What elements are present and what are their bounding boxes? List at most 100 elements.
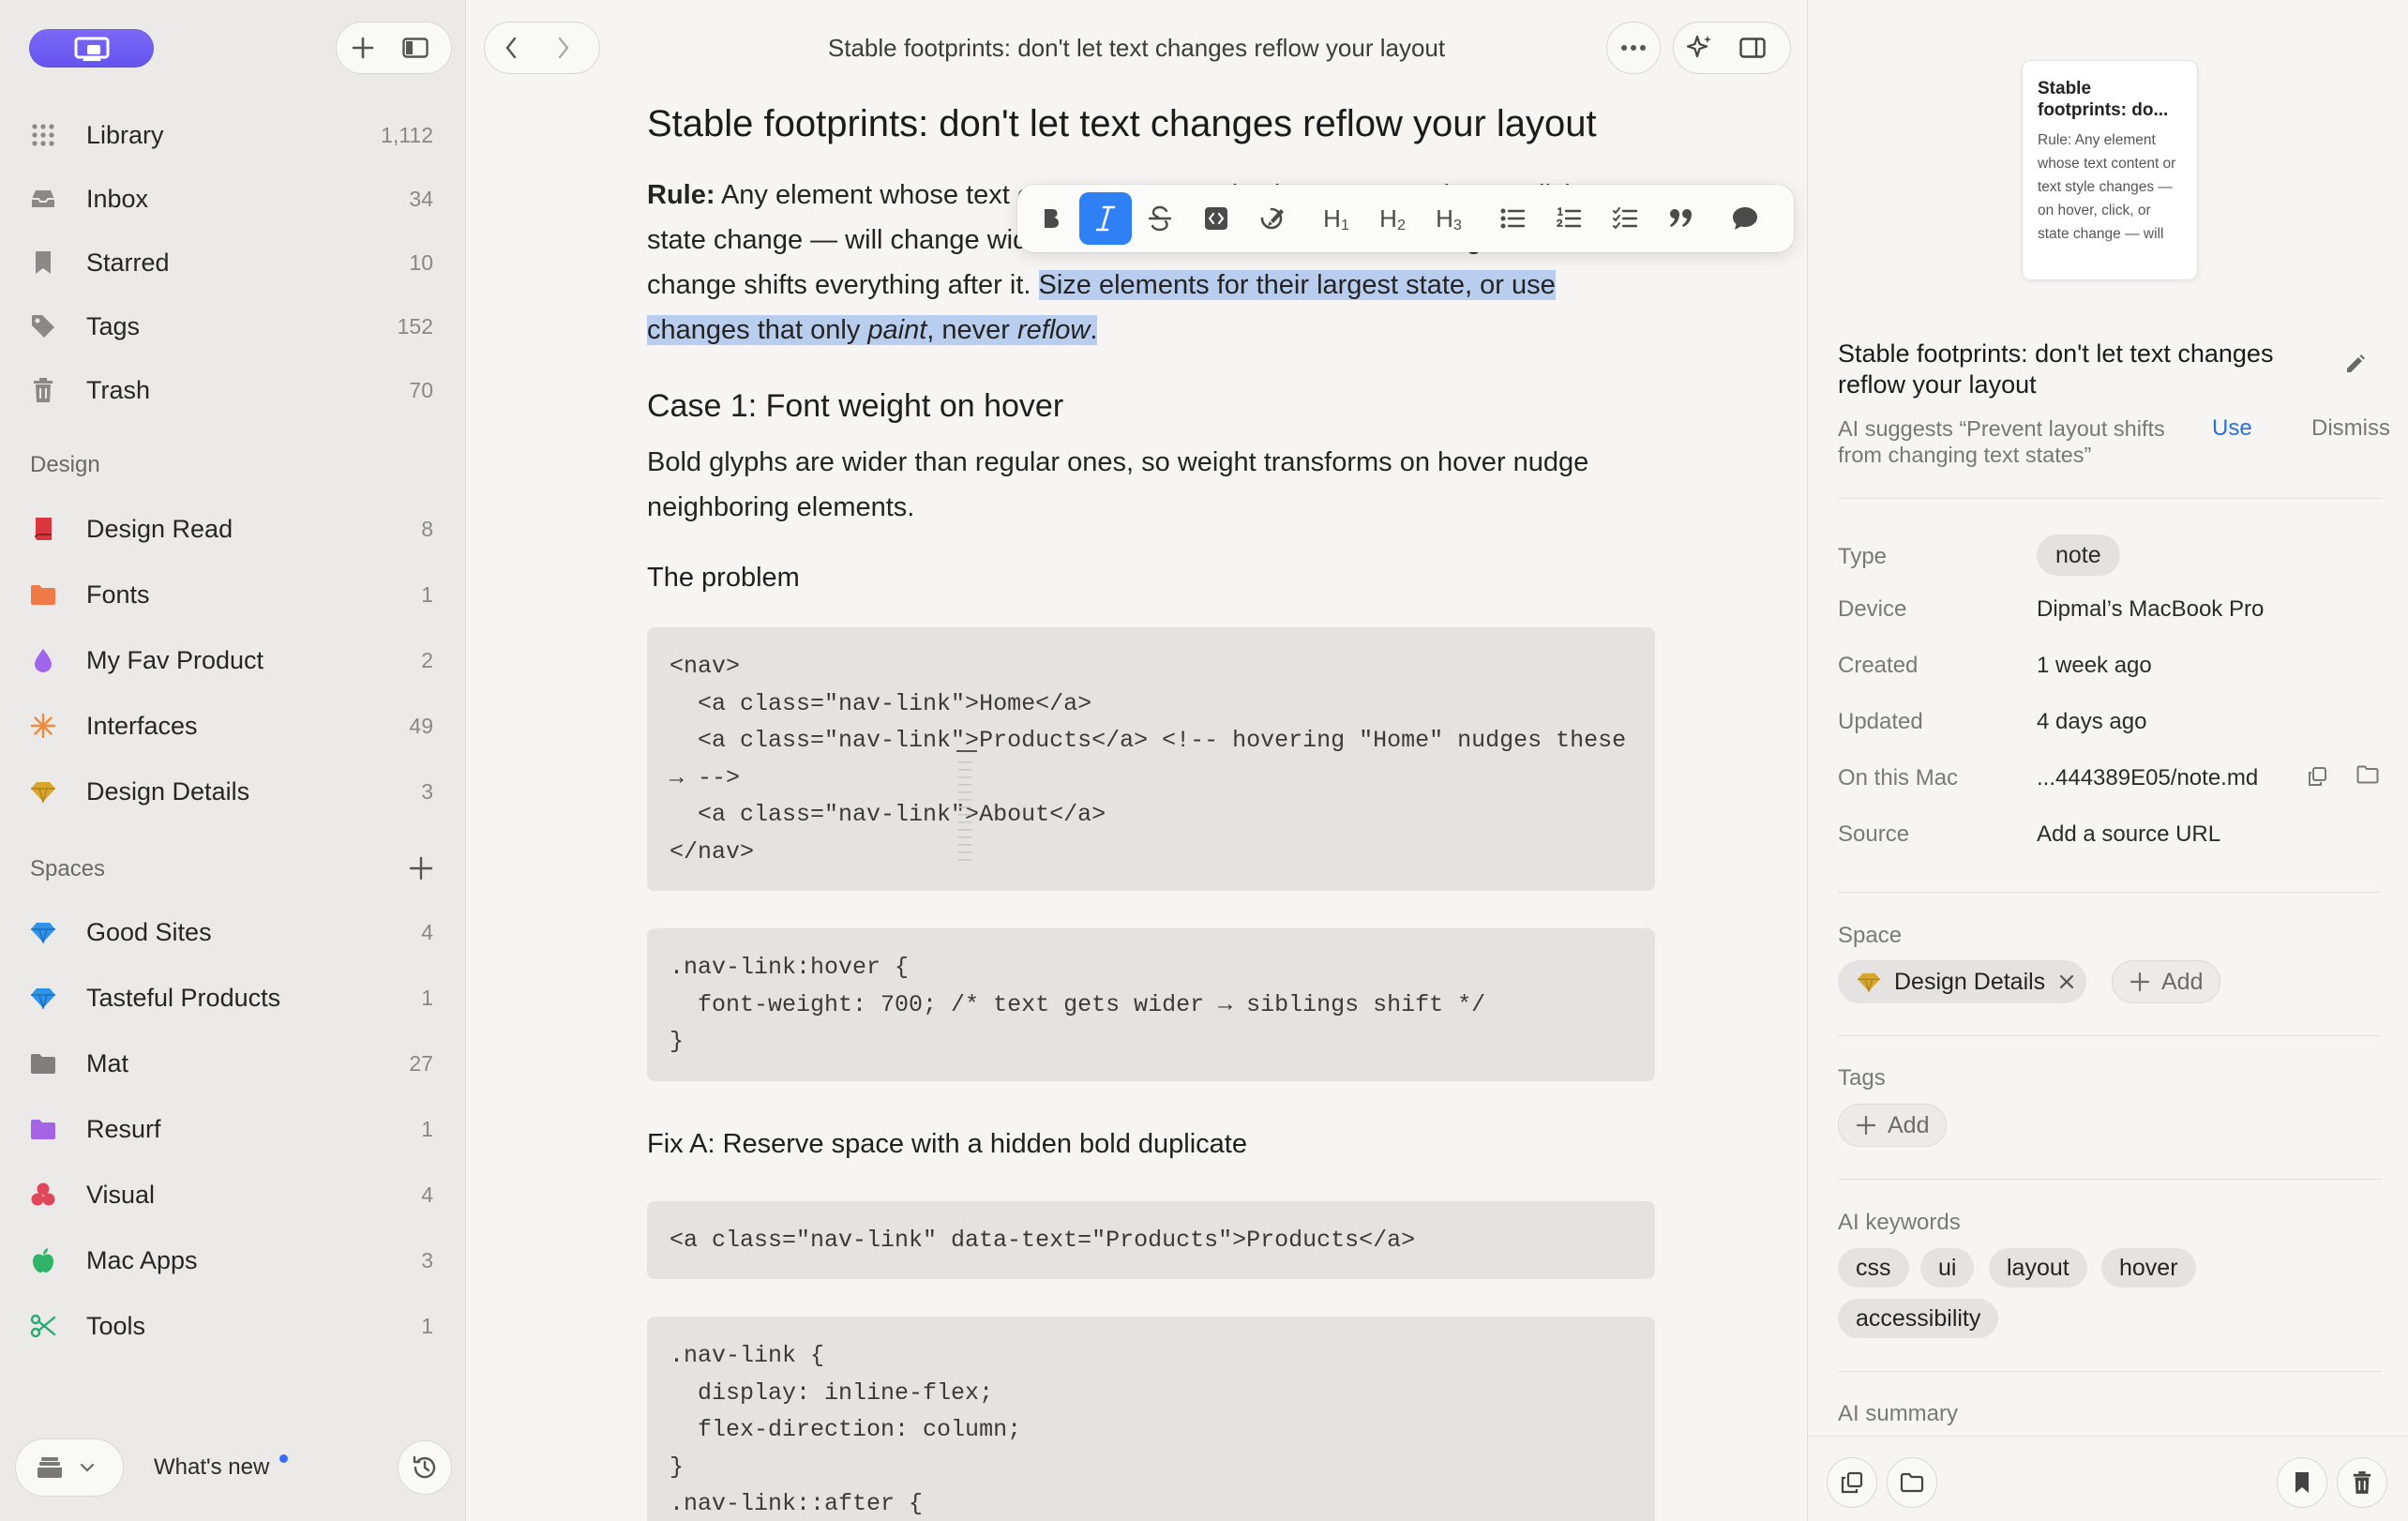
bold-button[interactable] — [1023, 192, 1079, 245]
keyword-chip[interactable]: css — [1838, 1248, 1909, 1288]
history-button[interactable] — [398, 1440, 452, 1495]
copy-path-button[interactable] — [2308, 767, 2326, 786]
space-chip-design-details[interactable]: Design Details — [1838, 960, 2087, 1003]
sidebar-toggle-icon — [402, 38, 429, 58]
reveal-in-finder-button[interactable] — [2356, 765, 2379, 784]
type-chip[interactable]: note — [2037, 535, 2120, 576]
space-section-label: Space — [1838, 923, 1903, 948]
chevron-down-icon — [80, 1463, 95, 1472]
whats-new-link[interactable]: What's new — [154, 1454, 269, 1481]
outline-minimap[interactable] — [956, 750, 979, 870]
sidebar-item-count: 1,112 — [381, 122, 433, 147]
sidebar-item-label: Design Details — [86, 776, 250, 806]
highlight-button[interactable] — [1244, 192, 1301, 245]
ai-assist-button[interactable] — [1674, 23, 1726, 73]
sidebar-item-inbox[interactable]: Inbox 34 — [30, 176, 433, 221]
ai-dismiss-button[interactable]: Dismiss — [2311, 415, 2390, 442]
ai-keywords-label: AI keywords — [1838, 1210, 1961, 1235]
document-body[interactable]: Stable footprints: don't let text change… — [647, 98, 1655, 1521]
note-thumbnail[interactable]: Stable footprints: do... Rule: Any eleme… — [2022, 60, 2198, 280]
sync-menu-button[interactable] — [15, 1438, 124, 1497]
case1-heading[interactable]: Case 1: Font weight on hover — [647, 384, 1655, 428]
inline-code-button[interactable] — [1188, 192, 1244, 245]
new-indicator-dot — [279, 1454, 288, 1463]
strikethrough-button[interactable] — [1132, 192, 1188, 245]
code-block-markup-fix[interactable]: <a class="nav-link" data-text="Products"… — [647, 1200, 1655, 1279]
keyword-chip[interactable]: accessibility — [1838, 1299, 1999, 1338]
updated-value: 4 days ago — [2037, 709, 2147, 734]
bullet-list-button[interactable] — [1484, 192, 1541, 245]
close-icon[interactable] — [2058, 973, 2075, 990]
file-path-value[interactable]: ...444389E05/note.md — [2037, 765, 2258, 791]
ai-suggestion-text: AI suggests “Prevent layout shifts from … — [1838, 416, 2165, 467]
fix-a-heading[interactable]: Fix A: Reserve space with a hidden bold … — [647, 1122, 1655, 1166]
heading-3-button[interactable]: H3 — [1421, 192, 1477, 245]
edit-title-button[interactable] — [2344, 353, 2367, 375]
ai-use-button[interactable]: Use — [2212, 415, 2252, 442]
add-space-button[interactable] — [405, 852, 437, 884]
add-space-chip[interactable]: Add — [2112, 960, 2221, 1003]
heading-2-sub: 2 — [1396, 218, 1406, 233]
bookmark-button[interactable] — [2277, 1457, 2327, 1508]
add-tag-chip[interactable]: Add — [1838, 1104, 1948, 1147]
keyword-chip[interactable]: hover — [2101, 1248, 2196, 1288]
sidebar-item-tags[interactable]: Tags 152 — [30, 304, 433, 349]
sidebar-item-resurf[interactable]: Resurf 1 — [30, 1107, 433, 1152]
sidebar-top-actions — [336, 22, 452, 74]
heading-1-button[interactable]: H1 — [1308, 192, 1364, 245]
toggle-inspector-button[interactable] — [1726, 23, 1779, 73]
bold-icon — [1045, 209, 1059, 228]
heading-2-label: H — [1379, 203, 1397, 233]
heading-2-button[interactable]: H2 — [1364, 192, 1421, 245]
more-options-button[interactable] — [1606, 22, 1661, 74]
app-switcher-button[interactable] — [29, 29, 154, 68]
code-block-css-fix[interactable]: .nav-link { display: inline-flex; flex-d… — [647, 1317, 1655, 1521]
delete-button[interactable] — [2337, 1457, 2387, 1508]
divider — [1838, 498, 2382, 499]
sidebar-item-interfaces[interactable]: Interfaces 49 — [30, 703, 433, 748]
comment-button[interactable] — [1717, 192, 1773, 245]
sidebar-section-spaces: Spaces — [30, 856, 106, 881]
italic-button[interactable] — [1079, 192, 1132, 245]
heading-1-sub: 1 — [1340, 218, 1349, 233]
sidebar-item-tasteful-products[interactable]: Tasteful Products 1 — [30, 975, 433, 1020]
problem-heading[interactable]: The problem — [647, 556, 1655, 599]
sidebar-item-tools[interactable]: Tools 1 — [30, 1303, 433, 1348]
sidebar-item-design-details[interactable]: Design Details 3 — [30, 769, 433, 814]
case1-paragraph[interactable]: Bold glyphs are wider than regular ones,… — [647, 440, 1655, 530]
keyword-chip[interactable]: layout — [1989, 1248, 2087, 1288]
sidebar-item-design-read[interactable]: Design Read 8 — [30, 506, 433, 551]
code-block-css-hover[interactable]: .nav-link:hover { font-weight: 700; /* t… — [647, 928, 1655, 1081]
sidebar-item-visual[interactable]: Visual 4 — [30, 1172, 433, 1217]
move-to-folder-button[interactable] — [1887, 1457, 1937, 1508]
sidebar-item-library[interactable]: Library 1,112 — [30, 113, 433, 158]
copy-icon — [2309, 767, 2326, 786]
inspector-footer — [1808, 1436, 2408, 1521]
sidebar-item-label: Good Sites — [86, 917, 212, 946]
toggle-sidebar-button[interactable] — [389, 23, 442, 73]
code-block-html[interactable]: <nav> <a class="nav-link">Home</a> <a cl… — [647, 627, 1655, 891]
sidebar-item-mac-apps[interactable]: Mac Apps 3 — [30, 1238, 433, 1283]
sidebar-item-label: Tags — [86, 311, 141, 340]
inbox-tray-icon — [30, 186, 56, 212]
sidebar-item-count: 8 — [421, 516, 433, 541]
document-title[interactable]: Stable footprints: don't let text change… — [647, 98, 1655, 149]
source-url-field[interactable]: Add a source URL — [2037, 821, 2220, 848]
sidebar-item-good-sites[interactable]: Good Sites 4 — [30, 910, 433, 955]
note-title[interactable]: Stable footprints: don't let text change… — [1838, 339, 2325, 400]
trash-icon — [30, 377, 56, 403]
keyword-chip[interactable]: ui — [1920, 1248, 1975, 1288]
blockquote-button[interactable] — [1653, 192, 1709, 245]
numbered-list-button[interactable] — [1541, 192, 1597, 245]
sidebar-item-my-fav-product[interactable]: My Fav Product 2 — [30, 638, 433, 683]
new-item-button[interactable] — [337, 23, 389, 73]
sidebar-item-starred[interactable]: Starred 10 — [30, 240, 433, 285]
sidebar-item-fonts[interactable]: Fonts 1 — [30, 572, 433, 617]
checklist-button[interactable] — [1597, 192, 1653, 245]
divider — [1838, 1035, 2382, 1036]
bookmark-icon — [30, 249, 56, 276]
duplicate-button[interactable] — [1827, 1457, 1877, 1508]
sidebar-item-trash[interactable]: Trash 70 — [30, 368, 433, 413]
sidebar-item-mat[interactable]: Mat 27 — [30, 1041, 433, 1086]
sidebar-item-label: Mat — [86, 1048, 129, 1077]
